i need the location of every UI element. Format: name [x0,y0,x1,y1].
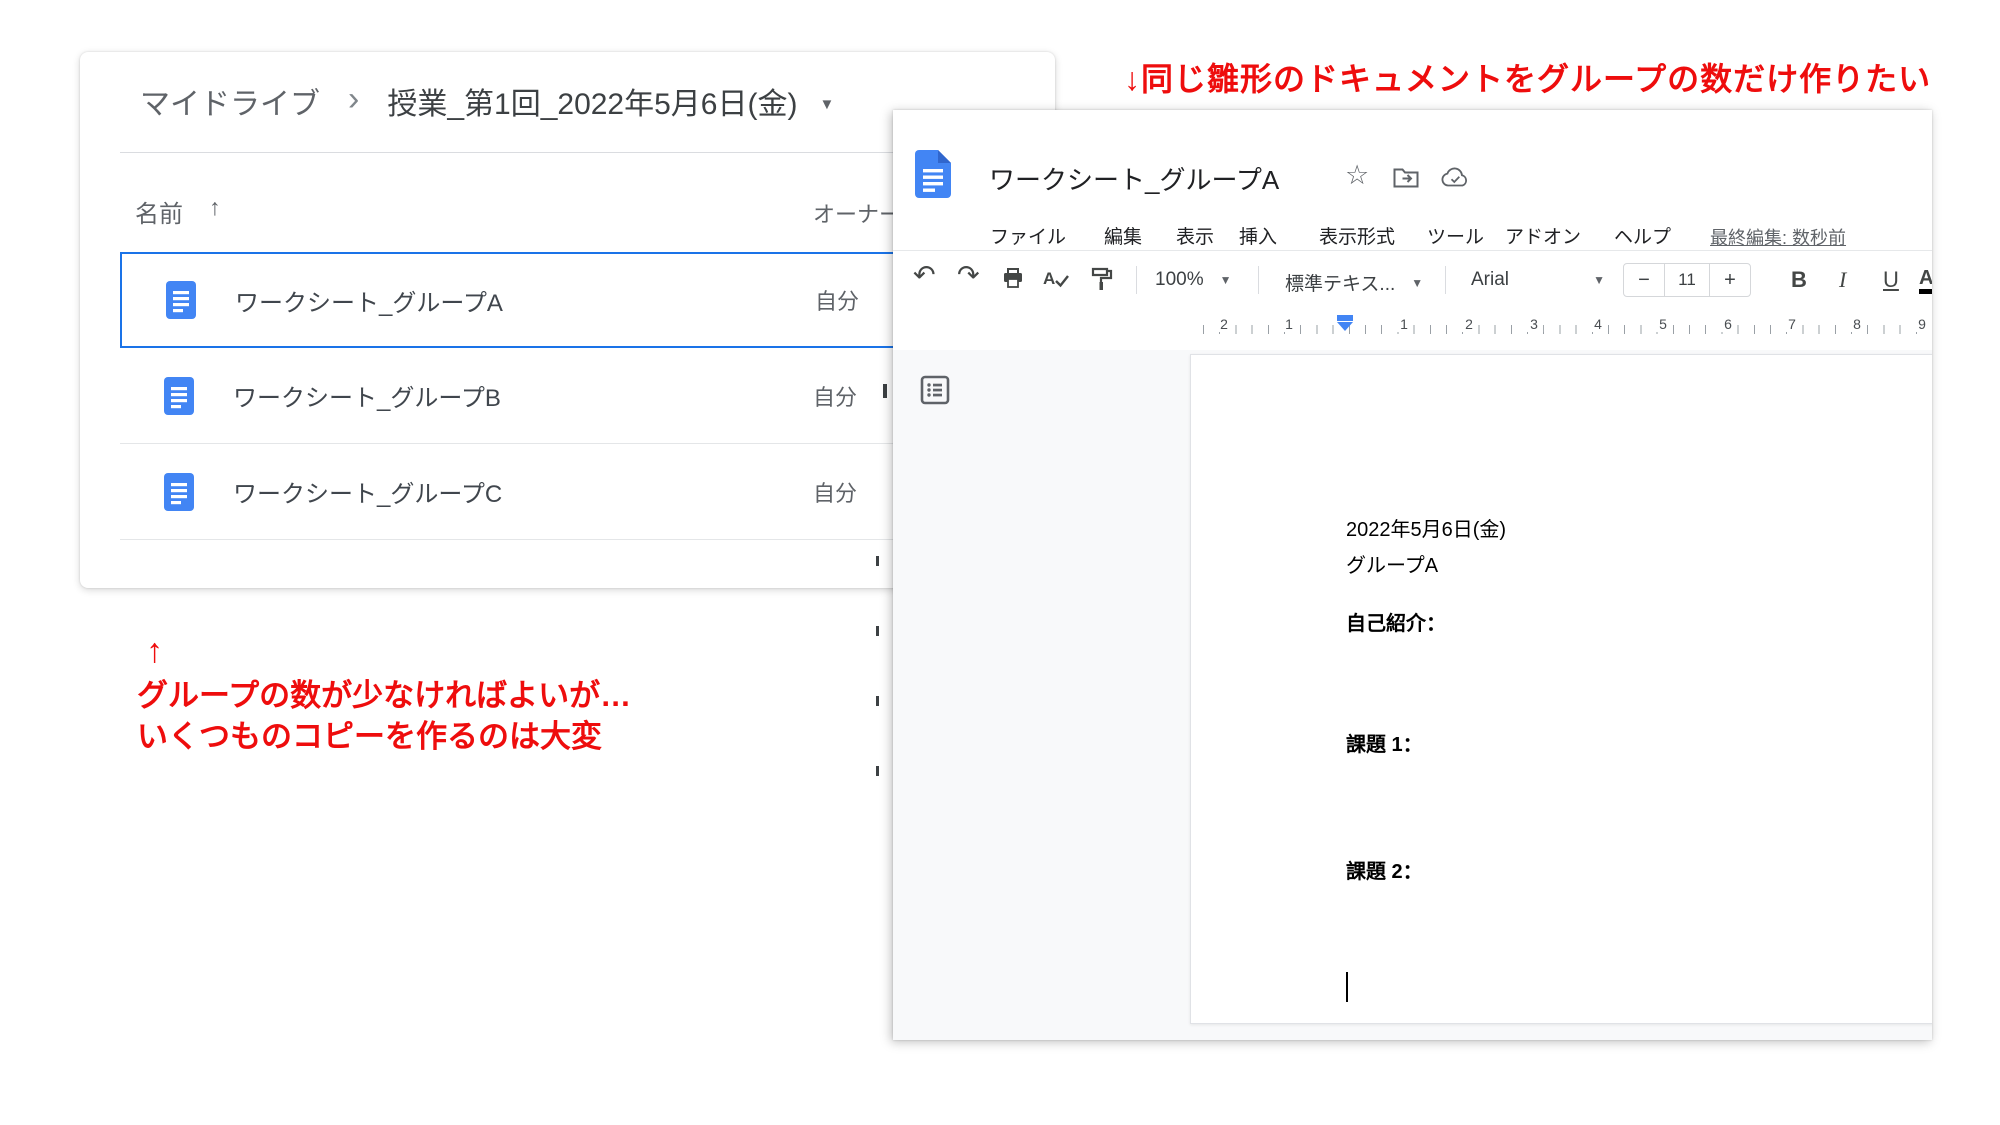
ruler-number: 4 [1589,316,1607,332]
chevron-down-icon: ▼ [1220,273,1232,287]
ruler-number: 9 [1913,316,1931,332]
ruler-number: 5 [1654,316,1672,332]
breadcrumb: マイドライブ › 授業_第1回_2022年5月6日(金) ▼ [140,78,834,124]
underline-button[interactable]: U [1883,267,1899,293]
document-canvas: 2022年5月6日(金) グループA 自己紹介： 課題 1： 課題 2： [893,350,1932,1040]
spellcheck-icon[interactable]: A [1043,267,1069,291]
annotation-note-line1: グループの数が少なければよいが… [137,670,631,715]
column-header-name[interactable]: 名前 [135,194,183,229]
zoom-select[interactable]: 100% ▼ [1155,269,1232,291]
annotation-top-note: ↓同じ雛形のドキュメントをグループの数だけ作りたい [1124,54,1931,100]
menu-edit[interactable]: 編集 [1104,222,1142,249]
menu-addons[interactable]: アドオン [1505,222,1581,249]
ruler-number: 7 [1783,316,1801,332]
font-size-stepper: − 11 + [1623,263,1751,297]
print-icon[interactable] [1001,266,1025,290]
file-row-group-c[interactable]: ワークシート_グループC 自分 [120,444,1022,540]
doc-line-date: 2022年5月6日(金) [1346,513,1506,542]
edge-artifact-mark [876,556,879,566]
edge-artifact-mark [876,766,879,776]
paragraph-style-select[interactable]: 標準テキス... ▼ [1285,269,1423,296]
redo-icon[interactable]: ↷ [957,261,980,291]
menu-format[interactable]: 表示形式 [1319,222,1395,249]
ruler-number: 8 [1848,316,1866,332]
screenshot-root: マイドライブ › 授業_第1回_2022年5月6日(金) ▼ 名前 ↑ オーナー… [0,0,2000,1125]
chevron-right-icon: › [348,80,359,119]
ruler-number: 6 [1719,316,1737,332]
edge-artifact-mark [883,384,887,398]
ruler-number: 3 [1525,316,1543,332]
ruler-ticks [1203,325,1929,334]
menu-help[interactable]: ヘルプ [1614,222,1671,249]
document-outline-icon[interactable] [920,375,950,405]
document-title[interactable]: ワークシート_グループA [989,160,1279,197]
menu-file[interactable]: ファイル [990,222,1066,249]
ruler-number: 2 [1215,316,1233,332]
menu-view[interactable]: 表示 [1176,222,1214,249]
doc-heading-task1: 課題 1： [1346,728,1423,757]
file-owner: 自分 [813,476,857,508]
docs-toolbar: ↶ ↷ A 100% ▼ 標準テキス... [893,250,1932,309]
text-cursor [1346,972,1348,1002]
menu-tools[interactable]: ツール [1427,222,1484,249]
star-icon[interactable]: ☆ [1345,160,1369,191]
font-family-value: Arial [1471,269,1509,291]
annotation-note-line2: いくつものコピーを作るのは大変 [137,711,602,756]
font-size-value[interactable]: 11 [1664,264,1710,296]
doc-file-icon [166,281,196,319]
docs-window: ワークシート_グループA ☆ ファイル 編集 表示 挿入 表示形式 ツール アド… [893,110,1932,1040]
breadcrumb-root[interactable]: マイドライブ [140,79,320,123]
toolbar-separator [1136,266,1137,294]
file-name: ワークシート_グループC [233,474,502,509]
zoom-value: 100% [1155,269,1204,291]
column-header-owner: オーナー [813,197,901,229]
last-edit-link[interactable]: 最終編集: 数秒前 [1710,224,1846,250]
doc-line-group: グループA [1346,549,1438,578]
italic-button[interactable]: I [1839,267,1846,293]
bold-button[interactable]: B [1791,267,1807,293]
file-owner: 自分 [813,380,857,412]
indent-marker-icon[interactable] [1337,315,1353,331]
edge-artifact-mark [876,696,879,706]
document-page[interactable]: 2022年5月6日(金) グループA 自己紹介： 課題 1： 課題 2： [1190,354,1932,1024]
sort-ascending-icon[interactable]: ↑ [209,194,221,221]
doc-file-icon [164,377,194,415]
annotation-up-arrow: ↑ [146,632,163,671]
edge-artifact-mark [876,626,879,636]
toolbar-separator [1258,266,1259,294]
decrease-font-size-button[interactable]: − [1624,264,1664,296]
text-color-button[interactable]: A [1919,267,1932,294]
file-name: ワークシート_グループA [235,283,503,318]
undo-icon[interactable]: ↶ [913,261,936,291]
svg-text:A: A [1043,269,1055,288]
file-owner: 自分 [815,284,859,316]
ruler-number: 1 [1280,316,1298,332]
menu-insert[interactable]: 挿入 [1239,222,1277,249]
doc-heading-intro: 自己紹介： [1346,607,1446,636]
ruler-number: 1 [1395,316,1413,332]
cloud-saved-icon[interactable] [1441,167,1469,187]
file-name: ワークシート_グループB [233,378,501,413]
ruler-number: 2 [1460,316,1478,332]
paint-format-icon[interactable] [1091,267,1113,291]
chevron-down-icon: ▼ [1411,276,1423,290]
google-docs-logo-icon[interactable] [915,150,951,198]
horizontal-ruler: 2 1 1 2 3 4 5 6 7 8 9 [893,308,1932,351]
folder-dropdown-icon[interactable]: ▼ [819,96,834,113]
chevron-down-icon: ▼ [1593,273,1605,287]
paragraph-style-value: 標準テキス... [1285,269,1395,296]
breadcrumb-current-folder[interactable]: 授業_第1回_2022年5月6日(金) [387,79,797,123]
font-family-select[interactable]: Arial ▼ [1471,269,1605,291]
file-row-group-a[interactable]: ワークシート_グループA 自分 [120,252,1022,348]
increase-font-size-button[interactable]: + [1710,264,1750,296]
move-to-folder-icon[interactable] [1393,166,1419,188]
doc-file-icon [164,473,194,511]
doc-heading-task2: 課題 2： [1346,855,1423,884]
toolbar-separator [1445,266,1446,294]
